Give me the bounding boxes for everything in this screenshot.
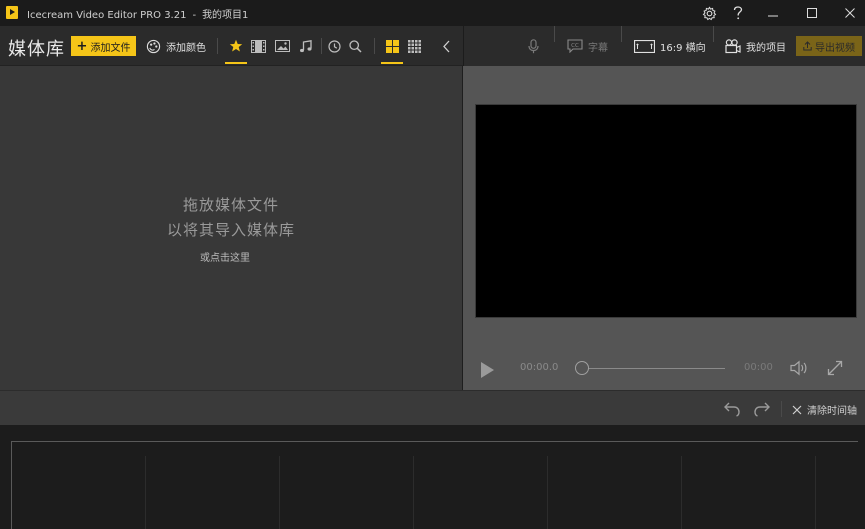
project-button[interactable]: 我的项目	[725, 38, 786, 54]
sort-recent-button[interactable]	[326, 37, 342, 55]
close-button[interactable]	[841, 0, 859, 26]
end-time: 00:00	[744, 362, 773, 373]
divider	[374, 38, 375, 54]
seek-bar[interactable]	[583, 368, 725, 369]
project-name: 我的项目1	[202, 10, 249, 21]
project-label: 我的项目	[746, 42, 786, 54]
timeline-gridline	[547, 456, 548, 529]
clock-icon	[327, 39, 341, 53]
plus-icon: +	[76, 38, 88, 54]
library-title: 媒体库	[8, 39, 65, 60]
play-icon[interactable]	[481, 362, 494, 378]
add-file-button[interactable]: + 添加文件	[71, 36, 136, 56]
filter-audio-button[interactable]	[297, 37, 313, 55]
close-icon	[792, 405, 802, 414]
star-icon	[229, 39, 243, 52]
filter-favorites-button[interactable]	[225, 37, 247, 64]
settings-button[interactable]	[699, 0, 719, 26]
clear-timeline-label: 清除时间轴	[807, 406, 857, 417]
question-icon	[733, 6, 743, 20]
aspect-ratio-icon	[634, 39, 655, 53]
voiceover-button[interactable]	[528, 38, 539, 54]
image-icon	[274, 40, 290, 52]
export-video-button[interactable]: 导出视频	[796, 36, 862, 56]
subtitles-button[interactable]: CC 字幕	[567, 38, 608, 54]
aspect-ratio-label: 16:9 横向	[660, 42, 706, 54]
add-color-label: 添加颜色	[166, 42, 206, 54]
minimize-button[interactable]	[764, 0, 782, 26]
cc-icon: CC	[567, 39, 583, 53]
seek-handle[interactable]	[575, 361, 589, 375]
grid-small-view-button[interactable]	[406, 37, 422, 55]
title-separator: -	[192, 10, 197, 21]
export-label: 导出视频	[815, 42, 855, 54]
preview-panel: 00:00.0 00:00	[463, 66, 865, 390]
timeline-gridline	[145, 456, 146, 529]
timeline-gridline	[681, 456, 682, 529]
timeline-track[interactable]	[11, 441, 858, 529]
clear-timeline-button[interactable]: 清除时间轴	[792, 402, 857, 417]
film-camera-icon	[725, 38, 741, 53]
drop-hint-line2: 以将其导入媒体库	[166, 221, 295, 239]
volume-icon[interactable]	[790, 360, 809, 376]
gear-icon	[702, 5, 716, 20]
timeline-toolbar: 清除时间轴	[0, 390, 865, 425]
divider	[713, 26, 714, 42]
search-button[interactable]	[347, 37, 363, 55]
palette-icon	[146, 39, 161, 53]
fullscreen-icon[interactable]	[827, 360, 843, 376]
svg-text:CC: CC	[571, 43, 579, 49]
divider	[554, 26, 555, 42]
timeline-gridline	[413, 456, 414, 529]
music-note-icon	[299, 39, 312, 52]
add-file-label: 添加文件	[90, 42, 131, 54]
preview-toolbar: CC 字幕 16:9 横向 我的项目 导出视频	[463, 26, 865, 66]
window-title: Icecream Video Editor PRO 3.21- 我的项目1	[27, 6, 248, 21]
maximize-icon	[807, 8, 817, 18]
title-bar: Icecream Video Editor PRO 3.21- 我的项目1	[0, 0, 865, 26]
media-library-dropzone[interactable]: 拖放媒体文件 以将其导入媒体库 或点击这里	[0, 66, 462, 390]
divider	[781, 401, 782, 417]
film-icon	[250, 39, 266, 53]
add-color-button[interactable]: 添加颜色	[146, 37, 206, 55]
divider	[321, 38, 322, 54]
app-logo-icon	[6, 6, 18, 19]
chevron-left-icon	[442, 40, 449, 52]
grid-large-view-button[interactable]	[381, 37, 403, 64]
filter-image-button[interactable]	[274, 37, 290, 55]
grid-small-icon	[407, 39, 421, 53]
grid-large-icon	[385, 39, 399, 53]
filter-video-button[interactable]	[250, 37, 266, 55]
minimize-icon	[768, 15, 778, 17]
subtitles-label: 字幕	[588, 42, 608, 54]
timeline-gridline	[279, 456, 280, 529]
current-time: 00:00.0	[520, 362, 559, 373]
drop-hint-line1: 拖放媒体文件	[182, 196, 279, 214]
divider	[621, 26, 622, 42]
timeline-gridline	[815, 456, 816, 529]
upload-icon	[803, 41, 812, 51]
close-icon	[845, 8, 855, 18]
help-button[interactable]	[730, 0, 746, 26]
app-name: Icecream Video Editor PRO 3.21	[27, 10, 187, 21]
maximize-button[interactable]	[803, 0, 821, 26]
microphone-icon	[528, 38, 539, 53]
video-preview	[475, 104, 857, 318]
search-icon	[348, 39, 362, 53]
collapse-panel-button[interactable]	[438, 37, 454, 55]
click-here-link[interactable]: 或点击这里	[0, 249, 450, 264]
redo-icon[interactable]	[753, 401, 771, 417]
divider	[217, 38, 218, 54]
aspect-ratio-button[interactable]: 16:9 横向	[634, 38, 706, 54]
timeline[interactable]	[0, 425, 865, 529]
undo-icon[interactable]	[723, 401, 741, 417]
